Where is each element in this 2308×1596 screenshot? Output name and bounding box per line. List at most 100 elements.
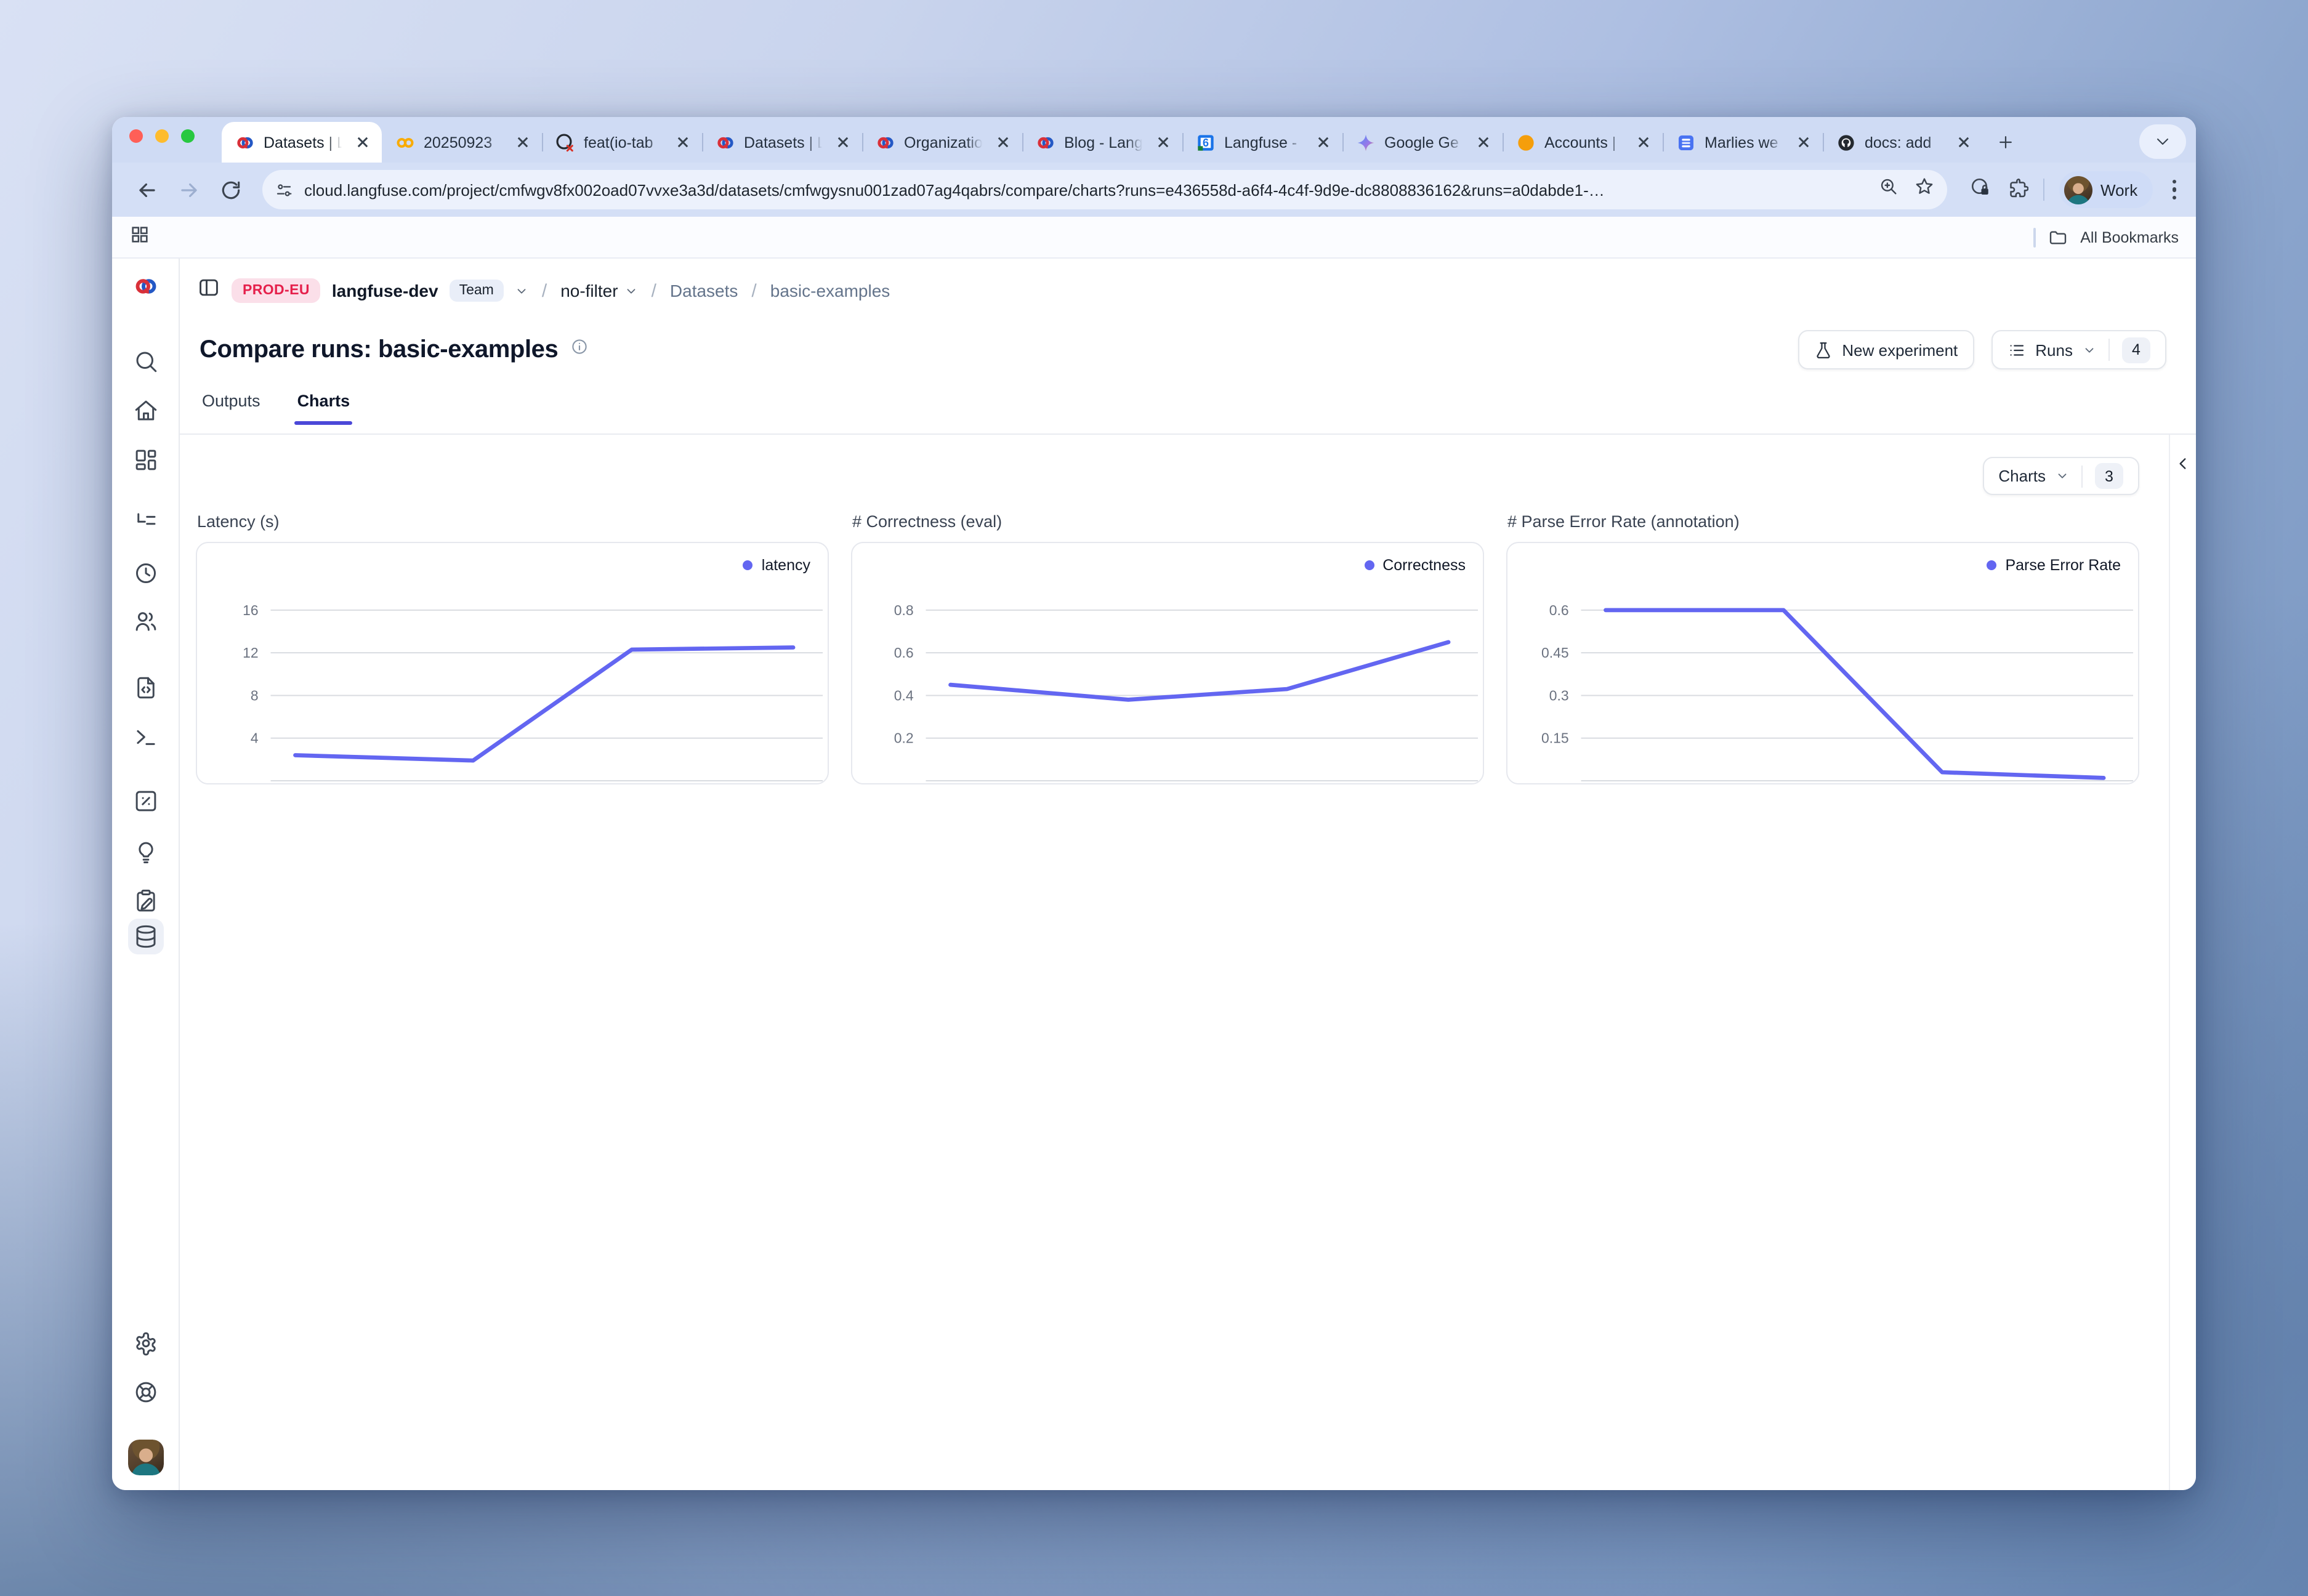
tab-close-icon[interactable] (1313, 132, 1333, 152)
bookmark-star-icon[interactable] (1913, 176, 1934, 203)
toolbar-separator (2043, 179, 2044, 201)
support-lifebuoy-icon[interactable] (133, 1379, 159, 1405)
dashboard-icon[interactable] (133, 447, 159, 473)
colab-favicon (395, 132, 415, 152)
profile-chip[interactable]: Work (2059, 171, 2152, 208)
tab-charts[interactable]: Charts (295, 384, 353, 425)
playground-terminal-icon[interactable] (133, 724, 159, 750)
tab-title: Accounts | (1544, 134, 1624, 151)
browser-tab[interactable]: feat(io-tab (542, 122, 702, 163)
users-icon[interactable] (133, 608, 159, 634)
annotation-clipboard-icon[interactable] (133, 888, 159, 914)
chevron-down-icon (624, 284, 638, 297)
browser-tab[interactable]: Marlies we (1663, 122, 1823, 163)
browser-tab[interactable]: Blog - Lang (1022, 122, 1182, 163)
browser-tab[interactable]: 6 Langfuse - (1182, 122, 1342, 163)
address-bar[interactable]: cloud.langfuse.com/project/cmfwgv8fx002o… (262, 170, 1947, 209)
browser-tab[interactable]: Organizatio (862, 122, 1022, 163)
org-plan-badge[interactable]: Team (450, 280, 504, 302)
charts-selector-button[interactable]: Charts 3 (1982, 457, 2139, 495)
info-icon[interactable] (570, 337, 589, 362)
chevron-down-icon (2083, 343, 2096, 357)
svg-text:8: 8 (251, 687, 259, 703)
breadcrumb-datasets-link[interactable]: Datasets (670, 281, 738, 300)
sessions-clock-icon[interactable] (133, 560, 159, 586)
view-tabs: Outputs Charts (180, 377, 2196, 435)
runs-count-badge: 4 (2122, 337, 2150, 363)
browser-tab[interactable]: Datasets | L (222, 122, 382, 163)
flask-icon (1814, 341, 1832, 359)
tab-close-icon[interactable] (993, 132, 1012, 152)
parse-error-line-chart: 0.150.30.450.6 (1507, 543, 2138, 783)
svg-text:0.3: 0.3 (1549, 687, 1569, 703)
new-experiment-button[interactable]: New experiment (1798, 330, 1974, 369)
svg-text:12: 12 (243, 645, 258, 661)
browser-tab[interactable]: 20250923 (382, 122, 542, 163)
search-icon[interactable] (133, 349, 159, 374)
langfuse-favicon (1036, 132, 1055, 152)
tab-outputs[interactable]: Outputs (200, 384, 263, 425)
back-button[interactable] (129, 172, 164, 207)
close-window-button[interactable] (129, 129, 143, 143)
forward-button[interactable] (171, 172, 206, 207)
chart-correctness: # Correctness (eval) 0.20.40.60.8 Correc… (851, 512, 1484, 784)
tab-close-icon[interactable] (1633, 132, 1653, 152)
langfuse-logo[interactable] (133, 273, 159, 299)
tab-close-icon[interactable] (833, 132, 852, 152)
tab-close-icon[interactable] (1953, 132, 1973, 152)
new-tab-button[interactable] (1988, 124, 2022, 159)
project-selector[interactable]: no-filter (560, 281, 637, 300)
chevron-down-icon[interactable] (515, 284, 528, 297)
runs-selector-button[interactable]: Runs 4 (1991, 330, 2166, 369)
zoom-window-button[interactable] (181, 129, 195, 143)
charts-count-badge: 3 (2095, 463, 2123, 489)
tab-search-button[interactable] (2139, 124, 2186, 159)
tab-close-icon[interactable] (1153, 132, 1172, 152)
svg-text:16: 16 (243, 602, 258, 618)
url-text[interactable]: cloud.langfuse.com/project/cmfwgv8fx002o… (304, 180, 1868, 199)
evaluation-percent-icon[interactable] (133, 788, 159, 814)
user-avatar[interactable] (128, 1440, 164, 1475)
tab-title: Organizatio (904, 134, 984, 151)
insights-lightbulb-icon[interactable] (133, 839, 159, 864)
breadcrumb-dataset-link[interactable]: basic-examples (770, 281, 890, 300)
tab-close-icon[interactable] (1473, 132, 1493, 152)
svg-text:0.15: 0.15 (1541, 730, 1569, 746)
window-controls (129, 117, 195, 163)
all-bookmarks[interactable]: All Bookmarks (2033, 227, 2179, 247)
chart-legend: latency (743, 557, 810, 574)
sidebar-toggle-icon[interactable] (197, 276, 220, 305)
zoom-page-icon[interactable] (1878, 176, 1898, 203)
chart-legend: Correctness (1364, 557, 1466, 574)
tab-close-icon[interactable] (1793, 132, 1813, 152)
datasets-database-icon[interactable] (133, 924, 159, 949)
prompts-file-icon[interactable] (133, 675, 159, 701)
extensions-puzzle-icon[interactable] (2006, 175, 2028, 204)
tab-close-icon[interactable] (512, 132, 532, 152)
app-sidebar (112, 259, 180, 1490)
browser-tab[interactable]: Accounts | (1503, 122, 1663, 163)
chart-card: 0.20.40.60.8 Correctness (851, 542, 1484, 784)
extension-access-icon[interactable] (1969, 175, 1991, 204)
page-header: Compare runs: basic-examples New experim… (180, 323, 2196, 377)
browser-menu-icon[interactable] (2167, 180, 2181, 200)
browser-tab[interactable]: docs: add (1823, 122, 1983, 163)
tab-title: Blog - Lang (1064, 134, 1144, 151)
minimize-window-button[interactable] (155, 129, 169, 143)
site-settings-icon[interactable] (267, 174, 299, 206)
charts-panel: Charts 3 Latency (s) 481216 (180, 435, 2169, 1490)
reload-button[interactable] (213, 172, 248, 207)
settings-gear-icon[interactable] (133, 1330, 159, 1356)
apps-grid-icon[interactable] (129, 224, 150, 251)
tab-close-icon[interactable] (352, 132, 372, 152)
tab-title: docs: add (1865, 134, 1945, 151)
browser-tab[interactable]: Datasets | L (702, 122, 862, 163)
browser-tab[interactable]: Google Ge (1342, 122, 1503, 163)
legend-dot (743, 560, 753, 570)
organization-name[interactable]: langfuse-dev (332, 281, 438, 300)
home-icon[interactable] (133, 398, 159, 424)
collapse-panel-icon[interactable] (2172, 452, 2194, 474)
tracing-icon[interactable] (133, 510, 159, 536)
tab-close-icon[interactable] (672, 132, 692, 152)
environment-badge[interactable]: PROD-EU (232, 278, 321, 303)
